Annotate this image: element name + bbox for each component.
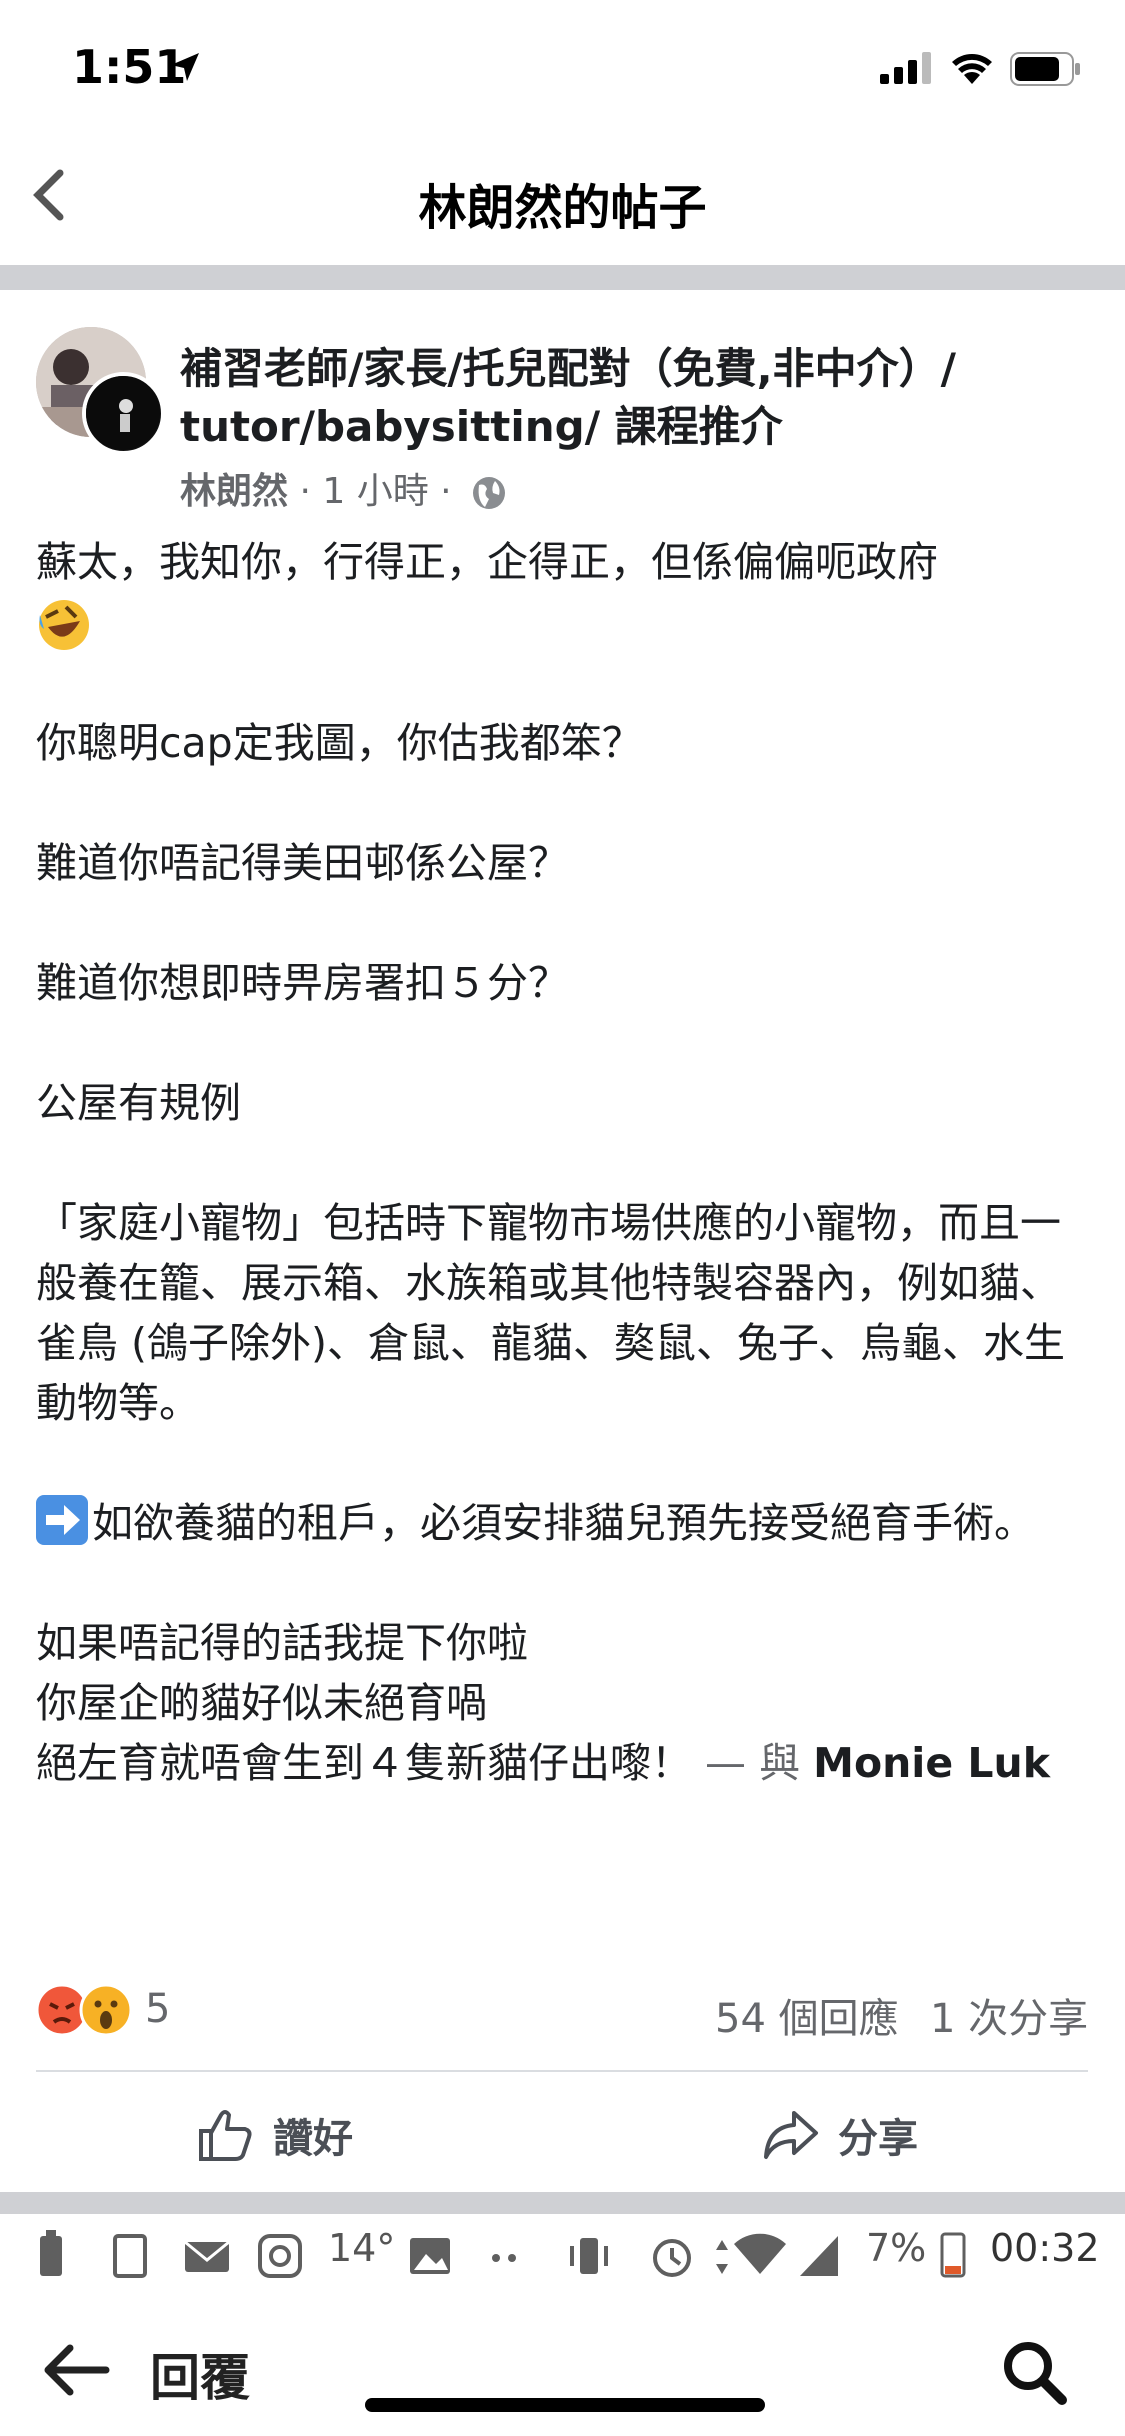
battery-percent: 7% — [866, 2226, 927, 2270]
globe-icon — [473, 477, 506, 509]
rofl-emoji-icon — [39, 600, 89, 650]
cellular-signal-icon — [880, 52, 932, 88]
reaction-icons[interactable] — [35, 1982, 136, 2038]
tagged-user-link[interactable]: Monie Luk — [813, 1739, 1050, 1787]
group-name-link[interactable]: 補習老師/家長/托兒配對（免費,非中介）/ tutor/babysitting/… — [180, 340, 1080, 456]
instagram-icon — [258, 2234, 302, 2278]
right-arrow-emoji-icon — [36, 1495, 88, 1545]
signal-icon — [800, 2236, 838, 2276]
divider — [36, 2070, 1088, 2072]
with-label: — 與 — [705, 1739, 801, 1787]
search-button[interactable] — [1000, 2338, 1070, 2412]
wifi-icon — [734, 2233, 786, 2274]
share-arrow-icon — [764, 2111, 818, 2159]
location-arrow-icon — [168, 50, 202, 88]
vibrate-icon — [570, 2238, 608, 2274]
arrow-left-icon — [44, 2344, 110, 2396]
data-arrows-icon — [716, 2240, 728, 2274]
like-label: 讚好 — [273, 2116, 353, 2162]
alarm-icon — [653, 2239, 691, 2277]
header-divider — [0, 265, 1125, 290]
post-paragraph: 「家庭小寵物」包括時下寵物市場供應的小寵物，而且一般養在籠、展示箱、水族箱或其他… — [36, 1199, 1066, 1427]
post-body: 蘇太，我知你，行得正，企得正，但係偏偏呃政府 你聰明cap定我圖，你估我都笨？ … — [36, 532, 1096, 1793]
shares-count[interactable]: 1 次分享 — [930, 1986, 1088, 2044]
wow-reaction-icon — [79, 1983, 133, 2037]
post-paragraph: 如欲養貓的租戶，必須安排貓兒預先接受絕育手術。 — [36, 1493, 1096, 1553]
wifi-icon — [950, 50, 994, 88]
search-icon — [1004, 2342, 1067, 2405]
author-avatar[interactable] — [82, 372, 165, 455]
page-title: 林朗然的帖子 — [418, 180, 707, 236]
post-meta: 林朗然 · 1 小時 · — [180, 462, 507, 514]
battery-low-icon — [940, 2232, 966, 2278]
section-divider — [0, 2192, 1125, 2214]
post-paragraph: 你聰明cap定我圖，你估我都笨？ — [36, 719, 643, 767]
home-indicator[interactable] — [365, 2398, 765, 2412]
battery-alert-icon — [40, 2230, 62, 2276]
temperature: 14° — [328, 2226, 396, 2270]
like-button[interactable]: 讚好 — [195, 2100, 353, 2170]
share-button[interactable]: 分享 — [760, 2100, 918, 2170]
more-dots-icon — [492, 2254, 516, 2262]
reaction-count[interactable]: 5 — [145, 1986, 170, 2032]
post-paragraph: 難道你想即時畀房署扣５分？ — [36, 959, 569, 1007]
share-label: 分享 — [838, 2116, 918, 2162]
reply-title: 回覆 — [150, 2349, 250, 2407]
android-status-bar — [0, 2214, 1125, 2296]
post-paragraph: 如果唔記得的話我提下你啦 你屋企啲貓好似未絕育喎 絕左育就唔會生到４隻新貓仔出嚟… — [36, 1619, 1051, 1787]
post-paragraph: 公屋有規例 — [36, 1079, 241, 1127]
android-clock: 00:32 — [990, 2226, 1100, 2270]
image-icon — [410, 2238, 450, 2274]
reply-back-button[interactable] — [40, 2340, 112, 2404]
file-icon — [113, 2234, 147, 2278]
comments-count[interactable]: 54 個回應 — [715, 1986, 899, 2044]
battery-icon — [1010, 52, 1082, 90]
post-paragraph: 蘇太，我知你，行得正，企得正，但係偏偏呃政府 — [36, 532, 1096, 653]
thumbs-up-icon — [199, 2110, 252, 2161]
mail-icon — [184, 2240, 230, 2272]
post-paragraph: 難道你唔記得美田邨係公屋？ — [36, 839, 569, 887]
author-name[interactable]: 林朗然 — [180, 471, 288, 512]
post-time[interactable]: · 1 小時 · — [299, 471, 451, 512]
